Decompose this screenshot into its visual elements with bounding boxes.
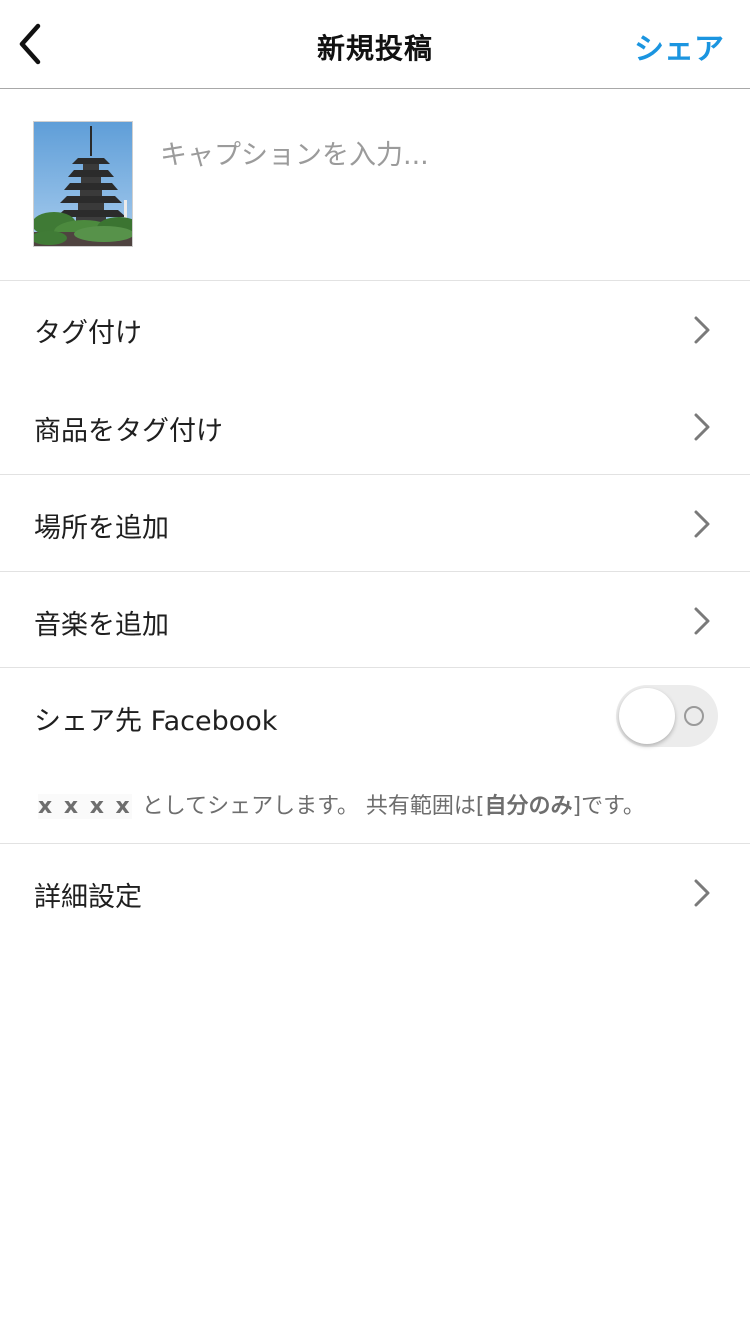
chevron-right-icon bbox=[694, 510, 710, 538]
toggle-knob bbox=[619, 688, 675, 744]
chevron-right-icon bbox=[694, 879, 710, 907]
caption-section bbox=[0, 89, 750, 281]
share-facebook-label: シェア先 Facebook bbox=[34, 706, 278, 737]
facebook-share-toggle[interactable] bbox=[616, 685, 718, 747]
share-note: x x x x としてシェアします。 共有範囲は[自分のみ]です。 bbox=[38, 788, 645, 820]
chevron-right-icon bbox=[694, 607, 710, 635]
add-location-label: 場所を追加 bbox=[34, 513, 169, 544]
note-text-before: としてシェアします。 共有範囲は[ bbox=[141, 794, 485, 819]
tag-products-row[interactable]: 商品をタグ付け bbox=[0, 378, 750, 474]
post-thumbnail[interactable] bbox=[33, 121, 133, 247]
add-location-row[interactable]: 場所を追加 bbox=[0, 475, 750, 571]
toggle-off-icon bbox=[684, 706, 704, 726]
advanced-settings-label: 詳細設定 bbox=[34, 882, 142, 913]
tag-people-row[interactable]: タグ付け bbox=[0, 281, 750, 378]
caption-input[interactable] bbox=[160, 135, 720, 175]
add-music-row[interactable]: 音楽を追加 bbox=[0, 572, 750, 667]
note-text-after: ]です。 bbox=[572, 794, 645, 819]
chevron-right-icon bbox=[694, 413, 710, 441]
note-audience: 自分のみ bbox=[484, 794, 573, 819]
share-button[interactable]: シェア bbox=[634, 24, 724, 68]
username: x x x x bbox=[38, 794, 132, 819]
pagoda-photo bbox=[34, 122, 132, 246]
tag-people-label: タグ付け bbox=[34, 318, 142, 349]
advanced-settings-row[interactable]: 詳細設定 bbox=[0, 844, 750, 940]
tag-products-label: 商品をタグ付け bbox=[34, 416, 223, 447]
add-music-label: 音楽を追加 bbox=[34, 610, 169, 641]
chevron-right-icon bbox=[694, 316, 710, 344]
navigation-header: 新規投稿 シェア bbox=[0, 0, 750, 89]
